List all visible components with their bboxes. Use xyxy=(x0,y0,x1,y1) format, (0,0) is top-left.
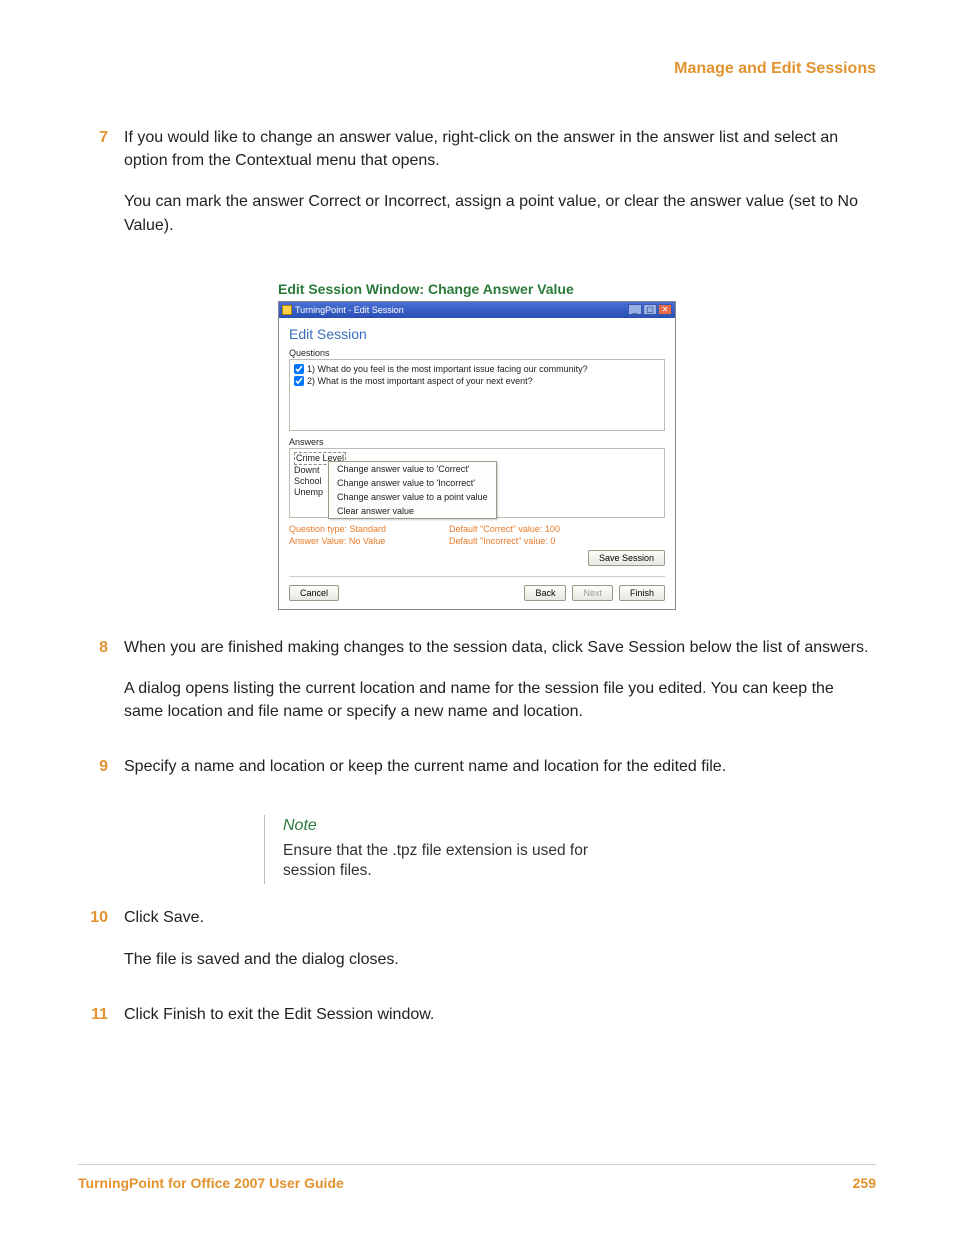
ctx-item-point-value[interactable]: Change answer value to a point value xyxy=(329,490,496,504)
page-footer: TurningPoint for Office 2007 User Guide … xyxy=(78,1164,876,1191)
question-2-checkbox[interactable] xyxy=(294,376,304,386)
page: Manage and Edit Sessions 7 If you would … xyxy=(0,0,954,1235)
step-number: 9 xyxy=(78,755,124,796)
save-session-button[interactable]: Save Session xyxy=(588,550,665,566)
step-10-p1: Click Save. xyxy=(124,906,876,929)
minimize-icon[interactable]: _ xyxy=(628,304,642,315)
step-7: 7 If you would like to change an answer … xyxy=(78,126,876,255)
question-2-text: 2) What is the most important aspect of … xyxy=(307,375,533,387)
questions-panel: 1) What do you feel is the most importan… xyxy=(289,359,665,431)
question-row-1[interactable]: 1) What do you feel is the most importan… xyxy=(294,363,660,375)
step-number: 7 xyxy=(78,126,124,255)
answer-value: Answer Value: No Value xyxy=(289,536,449,546)
maximize-icon[interactable]: ▢ xyxy=(643,304,657,315)
section-header: Manage and Edit Sessions xyxy=(78,60,876,78)
default-correct: Default "Correct" value: 100 xyxy=(449,524,560,534)
step-10-p2: The file is saved and the dialog closes. xyxy=(124,948,876,971)
step-8-p1: When you are finished making changes to … xyxy=(124,636,876,659)
screenshot-edit-session: TurningPoint - Edit Session _ ▢ ✕ Edit S… xyxy=(278,301,676,610)
note-title: Note xyxy=(283,817,644,835)
step-9: 9 Specify a name and location or keep th… xyxy=(78,755,876,796)
step-number: 10 xyxy=(78,906,124,988)
question-row-2[interactable]: 2) What is the most important aspect of … xyxy=(294,375,660,387)
step-8-p2: A dialog opens listing the current locat… xyxy=(124,677,876,723)
step-8: 8 When you are finished making changes t… xyxy=(78,636,876,742)
step-body: If you would like to change an answer va… xyxy=(124,126,876,255)
step-body: Click Finish to exit the Edit Session wi… xyxy=(124,1003,876,1044)
step-7-p2: You can mark the answer Correct or Incor… xyxy=(124,190,876,236)
step-9-p1: Specify a name and location or keep the … xyxy=(124,755,876,778)
step-10: 10 Click Save. The file is saved and the… xyxy=(78,906,876,988)
question-1-text: 1) What do you feel is the most importan… xyxy=(307,363,588,375)
step-number: 11 xyxy=(78,1003,124,1044)
question-1-checkbox[interactable] xyxy=(294,364,304,374)
info-line-2: Answer Value: No Value Default "Incorrec… xyxy=(289,536,665,546)
step-number: 8 xyxy=(78,636,124,742)
finish-button[interactable]: Finish xyxy=(619,585,665,601)
step-body: When you are finished making changes to … xyxy=(124,636,876,742)
question-type: Question type: Standard xyxy=(289,524,449,534)
step-7-p1: If you would like to change an answer va… xyxy=(124,126,876,172)
step-11: 11 Click Finish to exit the Edit Session… xyxy=(78,1003,876,1044)
step-body: Click Save. The file is saved and the di… xyxy=(124,906,876,988)
footer-left: TurningPoint for Office 2007 User Guide xyxy=(78,1175,344,1191)
note-body: Ensure that the .tpz file extension is u… xyxy=(283,841,644,883)
step-11-p1: Click Finish to exit the Edit Session wi… xyxy=(124,1003,876,1026)
cancel-button[interactable]: Cancel xyxy=(289,585,339,601)
window-title: TurningPoint - Edit Session xyxy=(295,305,404,315)
step-body: Specify a name and location or keep the … xyxy=(124,755,876,796)
ctx-item-clear[interactable]: Clear answer value xyxy=(329,504,496,518)
answers-panel: Crime Level Downt School Unemp Change an… xyxy=(289,448,665,518)
context-menu: Change answer value to 'Correct' Change … xyxy=(328,461,497,519)
default-incorrect: Default "Incorrect" value: 0 xyxy=(449,536,555,546)
figure: Edit Session Window: Change Answer Value… xyxy=(78,269,876,610)
dialog-heading: Edit Session xyxy=(289,326,665,342)
questions-label: Questions xyxy=(289,348,665,358)
wizard-button-row: Cancel Back Next Finish xyxy=(289,576,665,601)
close-icon[interactable]: ✕ xyxy=(658,304,672,315)
window-titlebar: TurningPoint - Edit Session _ ▢ ✕ xyxy=(279,302,675,318)
save-row: Save Session xyxy=(289,550,665,566)
next-button: Next xyxy=(572,585,613,601)
app-icon xyxy=(282,305,292,315)
figure-caption: Edit Session Window: Change Answer Value xyxy=(278,281,676,297)
answers-label: Answers xyxy=(289,437,665,447)
note-block: Note Ensure that the .tpz file extension… xyxy=(264,815,644,885)
ctx-item-correct[interactable]: Change answer value to 'Correct' xyxy=(329,462,496,476)
back-button[interactable]: Back xyxy=(524,585,566,601)
info-line-1: Question type: Standard Default "Correct… xyxy=(289,524,665,534)
footer-page-number: 259 xyxy=(853,1175,876,1191)
ctx-item-incorrect[interactable]: Change answer value to 'Incorrect' xyxy=(329,476,496,490)
